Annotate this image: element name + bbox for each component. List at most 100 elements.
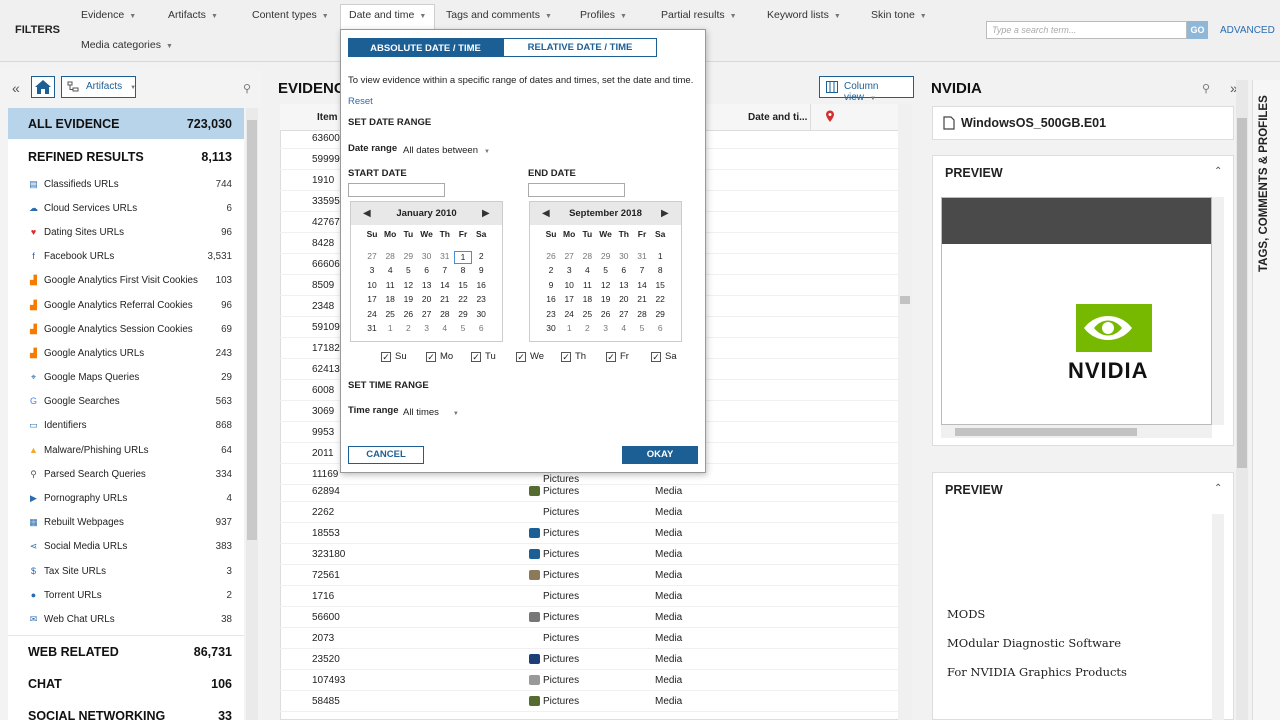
calendar-day[interactable]: 23: [542, 309, 560, 319]
calendar-day[interactable]: 26: [597, 309, 615, 319]
filter-menu-evidence[interactable]: Evidence ▼: [81, 9, 136, 21]
calendar-day[interactable]: 19: [597, 294, 615, 304]
artifact-group-header[interactable]: CHAT 106: [8, 668, 244, 700]
calendar-day[interactable]: 30: [542, 323, 560, 333]
calendar-day[interactable]: 22: [651, 294, 669, 304]
artifacts-dropdown[interactable]: Artifacts ▼: [61, 76, 136, 98]
table-row[interactable]: 56600 Pictures Media: [280, 607, 898, 628]
column-view-dropdown[interactable]: Column view ▼: [819, 76, 914, 103]
table-row[interactable]: 18553 Pictures Media: [280, 523, 898, 544]
calendar-day[interactable]: 11: [381, 280, 399, 290]
calendar-day[interactable]: 30: [418, 251, 436, 261]
calendar-day[interactable]: 10: [560, 280, 578, 290]
artifact-item[interactable]: ▦ Rebuilt Webpages 937: [8, 511, 244, 535]
calendar-day[interactable]: 26: [399, 309, 417, 319]
calendar-day[interactable]: 5: [454, 323, 472, 333]
pin-icon[interactable]: ⚲: [243, 82, 251, 95]
okay-button[interactable]: OKAY: [622, 446, 698, 464]
calendar-day[interactable]: 12: [597, 280, 615, 290]
weekday-checkbox[interactable]: ✓ Fr: [606, 351, 629, 362]
collapse-up-icon[interactable]: ⌃: [1214, 483, 1222, 494]
calendar-day[interactable]: 5: [597, 265, 615, 275]
artifact-item[interactable]: ⌖ Google Maps Queries 29: [8, 366, 244, 390]
calendar-day[interactable]: 31: [363, 323, 381, 333]
calendar-day[interactable]: 29: [454, 309, 472, 319]
calendar-day[interactable]: 29: [651, 309, 669, 319]
calendar-day[interactable]: 30: [472, 309, 490, 319]
filter-menu-skin-tone[interactable]: Skin tone ▼: [871, 9, 927, 21]
table-row[interactable]: 2262 Pictures Media: [280, 502, 898, 523]
calendar-day[interactable]: 8: [651, 265, 669, 275]
artifact-group-header[interactable]: WEB RELATED 86,731: [8, 636, 244, 668]
calendar-day[interactable]: 21: [436, 294, 454, 304]
artifact-item[interactable]: ▟ Google Analytics Referral Cookies 96: [8, 293, 244, 317]
calendar-day[interactable]: 1: [381, 323, 399, 333]
table-row[interactable]: 323180 Pictures Media: [280, 544, 898, 565]
calendar-day[interactable]: 1: [454, 251, 472, 264]
calendar-day[interactable]: 6: [418, 265, 436, 275]
advanced-link[interactable]: ADVANCED: [1220, 25, 1275, 36]
calendar-day[interactable]: 2: [399, 323, 417, 333]
calendar-day[interactable]: 29: [399, 251, 417, 261]
artifact-item[interactable]: ✉ Web Chat URLs 38: [8, 607, 244, 631]
calendar-day[interactable]: 27: [418, 309, 436, 319]
column-header-item[interactable]: Item: [317, 112, 338, 123]
cancel-button[interactable]: CANCEL: [348, 446, 424, 464]
calendar-day[interactable]: 28: [436, 309, 454, 319]
table-row[interactable]: 58485 Pictures Media: [280, 691, 898, 712]
calendar-day[interactable]: 3: [418, 323, 436, 333]
calendar-day[interactable]: 20: [418, 294, 436, 304]
calendar-day[interactable]: 11: [578, 280, 596, 290]
calendar-day[interactable]: 4: [615, 323, 633, 333]
artifact-item[interactable]: ▟ Google Analytics First Visit Cookies 103: [8, 269, 244, 293]
artifact-item[interactable]: ▤ Classifieds URLs 744: [8, 172, 244, 196]
artifact-item[interactable]: ▲ Malware/Phishing URLs 64: [8, 438, 244, 462]
calendar-day[interactable]: 3: [363, 265, 381, 275]
location-pin-icon[interactable]: [825, 110, 835, 126]
calendar-day[interactable]: 14: [633, 280, 651, 290]
calendar-day[interactable]: 18: [578, 294, 596, 304]
collapse-left-icon[interactable]: «: [12, 80, 20, 96]
artifact-item[interactable]: ▟ Google Analytics Session Cookies 69: [8, 317, 244, 341]
artifact-item[interactable]: ▭ Identifiers 868: [8, 414, 244, 438]
go-button[interactable]: GO: [1187, 21, 1208, 39]
tab-relative-date-time[interactable]: RELATIVE DATE / TIME: [503, 38, 657, 57]
artifact-item[interactable]: ♥ Dating Sites URLs 96: [8, 220, 244, 244]
calendar-day[interactable]: 24: [560, 309, 578, 319]
filter-menu-date-and-time[interactable]: Date and time ▼: [340, 4, 436, 30]
calendar-day[interactable]: 2: [472, 251, 490, 261]
calendar-day[interactable]: 25: [578, 309, 596, 319]
refined-results-header[interactable]: REFINED RESULTS 8,113: [8, 141, 244, 172]
grid-scrollbar-thumb[interactable]: [900, 296, 910, 304]
filter-menu-media-categories[interactable]: Media categories ▼: [81, 39, 173, 51]
prev-month-icon[interactable]: ◀: [363, 208, 371, 219]
calendar-day[interactable]: 17: [363, 294, 381, 304]
calendar-day[interactable]: 26: [542, 251, 560, 261]
calendar-day[interactable]: 20: [615, 294, 633, 304]
calendar-day[interactable]: 15: [651, 280, 669, 290]
artifact-item[interactable]: ⋖ Social Media URLs 383: [8, 535, 244, 559]
filter-menu-artifacts[interactable]: Artifacts ▼: [168, 9, 218, 21]
calendar-day[interactable]: 4: [381, 265, 399, 275]
all-evidence-row[interactable]: ALL EVIDENCE 723,030: [8, 108, 244, 139]
artifact-item[interactable]: ● Torrent URLs 2: [8, 583, 244, 607]
weekday-checkbox[interactable]: ✓ We: [516, 351, 544, 362]
artifact-item[interactable]: G Google Searches 563: [8, 390, 244, 414]
weekday-checkbox[interactable]: ✓ Mo: [426, 351, 453, 362]
left-scrollbar-thumb[interactable]: [247, 120, 257, 540]
collapse-up-icon[interactable]: ⌃: [1214, 166, 1222, 177]
table-row[interactable]: 1716 Pictures Media: [280, 586, 898, 607]
calendar-day[interactable]: 14: [436, 280, 454, 290]
filter-menu-profiles[interactable]: Profiles ▼: [580, 9, 627, 21]
grid-scrollbar[interactable]: [898, 104, 912, 720]
calendar-day[interactable]: 6: [472, 323, 490, 333]
end-date-input[interactable]: [528, 183, 625, 197]
artifact-group-header[interactable]: SOCIAL NETWORKING 33: [8, 700, 244, 720]
calendar-day[interactable]: 19: [399, 294, 417, 304]
calendar-day[interactable]: 4: [578, 265, 596, 275]
artifact-item[interactable]: ⚲ Parsed Search Queries 334: [8, 462, 244, 486]
calendar-day[interactable]: 23: [472, 294, 490, 304]
calendar-day[interactable]: 5: [399, 265, 417, 275]
artifact-item[interactable]: ☁ Cloud Services URLs 6: [8, 196, 244, 220]
preview-text-scrollbar[interactable]: [1212, 514, 1224, 720]
